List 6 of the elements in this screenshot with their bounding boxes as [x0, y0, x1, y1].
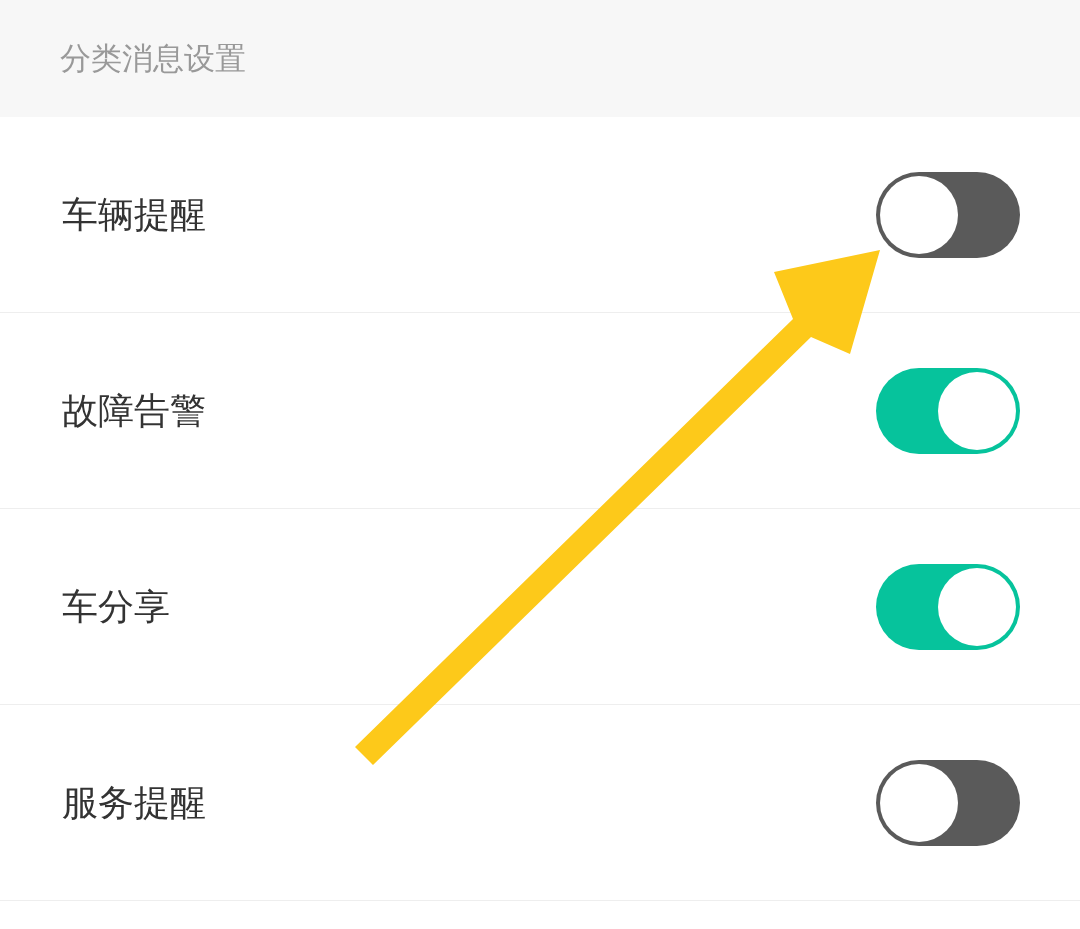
setting-label: 服务提醒: [62, 780, 206, 825]
setting-label: 车辆提醒: [62, 192, 206, 237]
setting-label: 故障告警: [62, 388, 206, 433]
section-title: 分类消息设置: [60, 39, 246, 79]
toggle-switch[interactable]: [876, 171, 1020, 258]
setting-label: 车分享: [62, 584, 170, 629]
